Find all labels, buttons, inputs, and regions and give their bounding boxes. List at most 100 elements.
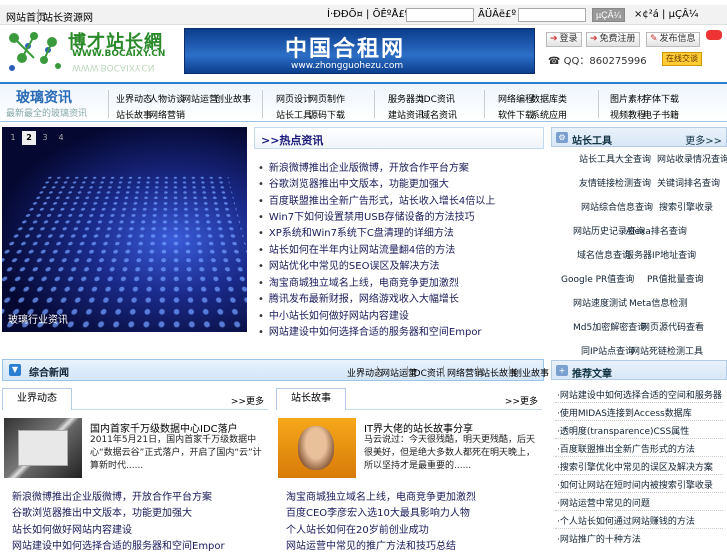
recommend-link[interactable]: 透明度(transparence)CSS属性 bbox=[557, 424, 689, 437]
tool-link[interactable]: 服务器IP地址查询 bbox=[625, 248, 696, 261]
nav-item[interactable]: 站长故事 bbox=[116, 108, 152, 121]
nav-item[interactable]: 源码下载 bbox=[309, 108, 345, 121]
tool-link[interactable]: 搜索引擎收录 bbox=[659, 200, 713, 213]
column-more-link[interactable]: >>更多 bbox=[231, 394, 264, 407]
recommend-link[interactable]: 网站运营中常见的问题 bbox=[557, 496, 650, 509]
news-link[interactable]: 百度CEO李彦宏入选10大最具影响力人物 bbox=[286, 504, 470, 519]
slide-caption[interactable]: 玻璃行业资讯 bbox=[8, 311, 68, 326]
nav-item[interactable]: 系统应用 bbox=[531, 108, 567, 121]
tools-more-link[interactable]: 更多>> bbox=[685, 132, 722, 147]
column-tab[interactable]: 业界动态 bbox=[2, 388, 72, 410]
nav-item[interactable]: 服务器类 bbox=[388, 92, 424, 105]
nav-item[interactable]: 网页设计 bbox=[276, 92, 312, 105]
password-label: ÃÜÂë£º bbox=[478, 9, 516, 20]
news-link[interactable]: 新浪微博推出企业版微博，开放合作平台方案 bbox=[12, 488, 212, 503]
nav-item[interactable]: 业界动态 bbox=[116, 92, 152, 105]
hot-news-item[interactable]: 网站建设中如何选择合适的服务器和空间Empor bbox=[258, 323, 482, 338]
tool-link[interactable]: 域名信息查询 bbox=[577, 248, 631, 261]
login-button[interactable]: ➔ 登录 bbox=[546, 32, 582, 47]
hot-news-item[interactable]: 淘宝商城独立域名上线，电商竞争更加激烈 bbox=[258, 274, 459, 289]
column-tab[interactable]: 站长故事 bbox=[276, 388, 346, 410]
nav-item[interactable]: 字体下载 bbox=[643, 92, 679, 105]
hot-news-item[interactable]: 中小站长如何做好网站内容建设 bbox=[258, 307, 409, 322]
column-header: 业界动态 >>更多 bbox=[2, 388, 268, 410]
recommend-link[interactable]: 如何让网站在短时间内被搜索引擎收录 bbox=[557, 478, 713, 491]
post-info-button[interactable]: ✎ 发布信息 bbox=[646, 32, 700, 47]
tool-link[interactable]: 同IP站点查询 bbox=[581, 344, 634, 357]
header-banner[interactable]: 中国合租网 www.zhongguohezu.com bbox=[184, 28, 535, 74]
nav-item[interactable]: 软件下载 bbox=[498, 108, 534, 121]
nav-item[interactable]: 建站资讯 bbox=[388, 108, 424, 121]
tool-link[interactable]: 网站综合信息查询 bbox=[581, 200, 653, 213]
password-input[interactable] bbox=[518, 8, 586, 22]
featured-title[interactable]: 国内首家千万级数据中心IDC落户 bbox=[90, 420, 238, 435]
slider-page-1[interactable]: 1 bbox=[6, 131, 20, 145]
tool-link[interactable]: 友情链接检测查询 bbox=[579, 176, 651, 189]
recommend-link[interactable]: 搜索引擎优化中常见的误区及解决方案 bbox=[557, 460, 713, 473]
hot-news-item[interactable]: 百度联盟推出全新广告形式，站长收入增长4倍以上 bbox=[258, 192, 495, 207]
news-link[interactable]: 淘宝商城独立域名上线，电商竞争更加激烈 bbox=[286, 488, 476, 503]
tab-divider bbox=[509, 366, 510, 377]
hot-news-item[interactable]: 网站优化中常见的SEO误区及解决方法 bbox=[258, 257, 439, 272]
nav-item[interactable]: 数据库类 bbox=[531, 92, 567, 105]
news-link[interactable]: 谷歌浏览器推出中文版本，功能更加强大 bbox=[12, 504, 192, 519]
nav-item[interactable]: 创业故事 bbox=[215, 92, 251, 105]
nav-item[interactable]: 域名资讯 bbox=[421, 108, 457, 121]
news-thumbnail[interactable] bbox=[4, 418, 82, 478]
logo-url: WWW.BOCAIXY.CN bbox=[72, 49, 165, 59]
slider-page-2[interactable]: 2 bbox=[22, 131, 36, 145]
slider-page-3[interactable]: 3 bbox=[38, 131, 52, 145]
column-header: 站长故事 >>更多 bbox=[276, 388, 542, 410]
featured-title[interactable]: IT界大佬的站长故事分享 bbox=[364, 420, 473, 435]
tool-link[interactable]: 网站死链检测工具 bbox=[631, 344, 703, 357]
news-link[interactable]: 站长如何做好网站内容建设 bbox=[12, 521, 132, 536]
nav-item[interactable]: 网络编程 bbox=[498, 92, 534, 105]
tool-link[interactable]: 关键词排名查询 bbox=[657, 176, 720, 189]
nav-item[interactable]: 站长工具 bbox=[276, 108, 312, 121]
recommend-link[interactable]: 使用MIDAS连接到Access数据库 bbox=[557, 406, 692, 419]
topbar-login-button[interactable]: µÇÂ¼ bbox=[592, 8, 625, 22]
tool-link[interactable]: 网站收录情况查询 bbox=[657, 152, 727, 165]
tool-link[interactable]: Alexa排名查询 bbox=[626, 224, 687, 237]
tab-divider bbox=[477, 366, 478, 377]
news-tab[interactable]: 站长故事 bbox=[481, 366, 517, 379]
nav-item[interactable]: 网络营销 bbox=[149, 108, 185, 121]
column-more-link[interactable]: >>更多 bbox=[505, 394, 538, 407]
nav-item[interactable]: 人物访谈 bbox=[149, 92, 185, 105]
news-link[interactable]: 个人站长如何在20岁前创业成功 bbox=[286, 521, 429, 536]
hot-news-item[interactable]: Win7下如何设置禁用USB存储设备的方法技巧 bbox=[258, 208, 475, 223]
tool-link[interactable]: Md5加密解密查询 bbox=[573, 320, 646, 333]
hot-news-item[interactable]: 谷歌浏览器推出中文版本，功能更加强大 bbox=[258, 175, 449, 190]
nav-item[interactable]: 图片素材 bbox=[610, 92, 646, 105]
news-tab[interactable]: 创业故事 bbox=[513, 366, 549, 379]
hot-news-item[interactable]: 新浪微博推出企业版微博，开放合作平台方案 bbox=[258, 159, 469, 174]
nav-item[interactable]: IDC资讯 bbox=[421, 92, 455, 105]
sites-link[interactable]: 站长资源网 bbox=[38, 9, 93, 24]
username-input[interactable] bbox=[406, 8, 474, 22]
login-label: 登录 bbox=[560, 34, 578, 44]
qq-chat-button[interactable]: 在线交谈 bbox=[662, 52, 702, 66]
nav-item[interactable]: 电子书籍 bbox=[643, 108, 679, 121]
tool-link[interactable]: Meta信息检测 bbox=[629, 296, 687, 309]
recommend-link[interactable]: 百度联盟推出全新广告形式的方法 bbox=[557, 442, 695, 455]
nav-item[interactable]: 网页制作 bbox=[309, 92, 345, 105]
tool-link[interactable]: 网站速度测试 bbox=[573, 296, 627, 309]
nav-item[interactable]: 网站运营 bbox=[182, 92, 218, 105]
tool-link[interactable]: 网页源代码查看 bbox=[641, 320, 704, 333]
hot-news-item[interactable]: 站长如何在半年内让网站流量翻4倍的方法 bbox=[258, 241, 455, 256]
recommend-link[interactable]: 个人站长如何通过网站赚钱的方法 bbox=[557, 514, 695, 527]
hot-news-item[interactable]: XP系统和Win7系统下C盘清理的详细方法 bbox=[258, 224, 454, 239]
news-thumbnail[interactable] bbox=[278, 418, 356, 478]
hot-news-item[interactable]: 腾讯发布最新财报，网络游戏收入大幅增长 bbox=[258, 290, 459, 305]
nav-item[interactable]: 视频教程 bbox=[610, 108, 646, 121]
slider-page-4[interactable]: 4 bbox=[54, 131, 68, 145]
recommend-link[interactable]: 网站建设中如何选择合适的空间和服务器 bbox=[557, 388, 722, 401]
tool-link[interactable]: 站长工具大全查询 bbox=[579, 152, 651, 165]
news-tab[interactable]: IDC资讯 bbox=[411, 366, 445, 379]
image-slider[interactable]: 1234 玻璃行业资讯 bbox=[2, 127, 247, 332]
tool-link[interactable]: Google PR值查询 bbox=[561, 272, 634, 285]
register-link[interactable]: ×¢²á | µÇÂ¼ bbox=[634, 9, 698, 20]
tool-link[interactable]: PR值批量查询 bbox=[647, 272, 704, 285]
register-button[interactable]: ➔ 免费注册 bbox=[586, 32, 640, 47]
recommend-link[interactable]: 网站推广的十种方法 bbox=[557, 532, 641, 545]
